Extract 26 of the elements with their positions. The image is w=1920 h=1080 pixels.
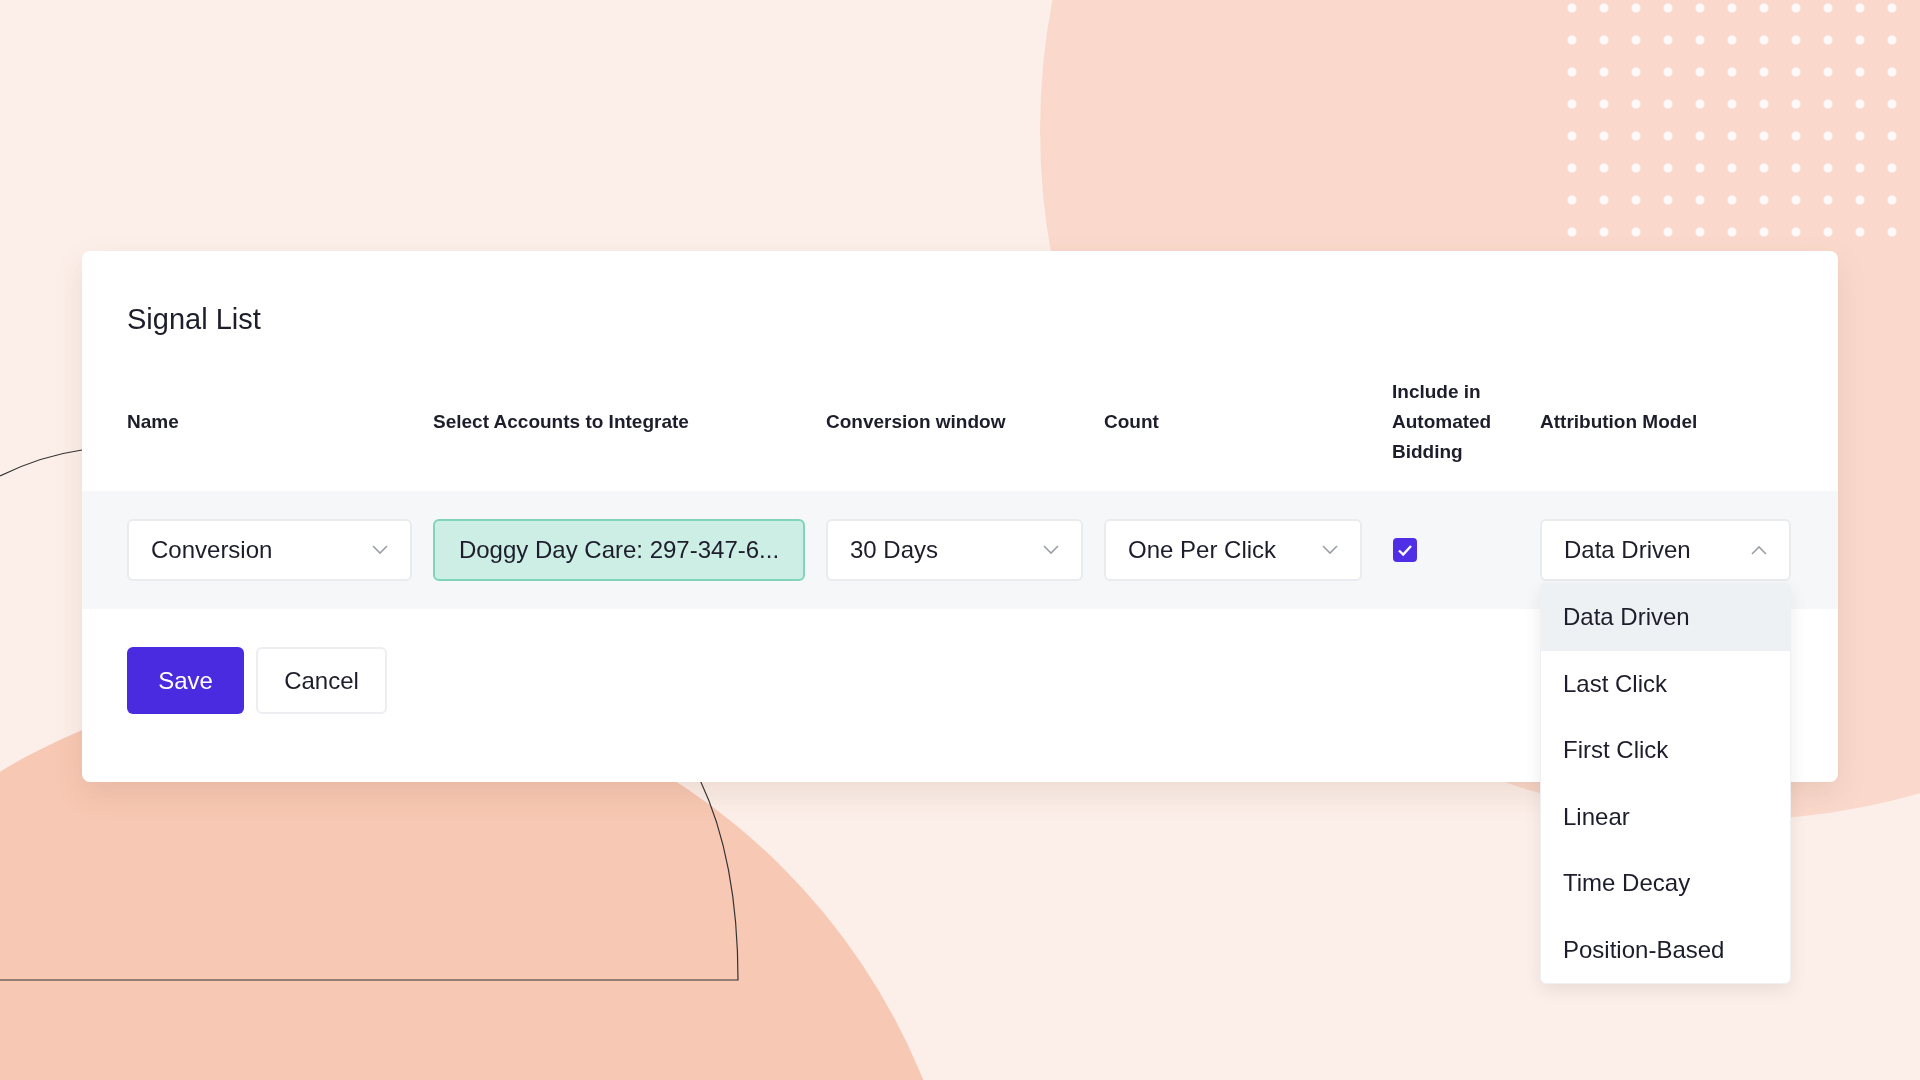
cancel-button[interactable]: Cancel [256,647,387,714]
dropdown-field[interactable]: 30 Days [826,519,1083,581]
chevron-down-icon [1322,545,1338,555]
dropdown-field[interactable]: Doggy Day Care: 297-347-6... [433,519,805,581]
chevron-up-icon [1751,545,1767,555]
column-header: Attribution Model [1540,410,1699,434]
column-header: Count [1104,410,1160,434]
column-header: Select Accounts to Integrate [433,410,690,434]
chevron-down-icon [372,545,388,555]
dropdown-field[interactable]: One Per Click [1104,519,1362,581]
card-title: Signal List [126,302,262,337]
menu-item[interactable]: Data Driven [1541,584,1790,651]
menu-item[interactable]: Position-Based [1541,916,1790,983]
column-header: Include in Automated Bidding [1391,380,1493,464]
checkbox[interactable] [1393,538,1417,562]
column-header: Conversion window [826,410,1007,434]
chevron-down-icon [1043,545,1059,555]
menu-item[interactable]: Time Decay [1541,850,1790,917]
column-header: Name [127,410,180,434]
dropdown-field[interactable]: Data Driven [1540,519,1791,581]
menu-item[interactable]: First Click [1541,717,1790,784]
menu-item[interactable]: Linear [1541,783,1790,850]
check-icon [1397,543,1413,557]
menu-item[interactable]: Last Click [1541,650,1790,717]
dropdown-field[interactable]: Conversion [127,519,412,581]
save-button[interactable]: Save [127,647,244,714]
